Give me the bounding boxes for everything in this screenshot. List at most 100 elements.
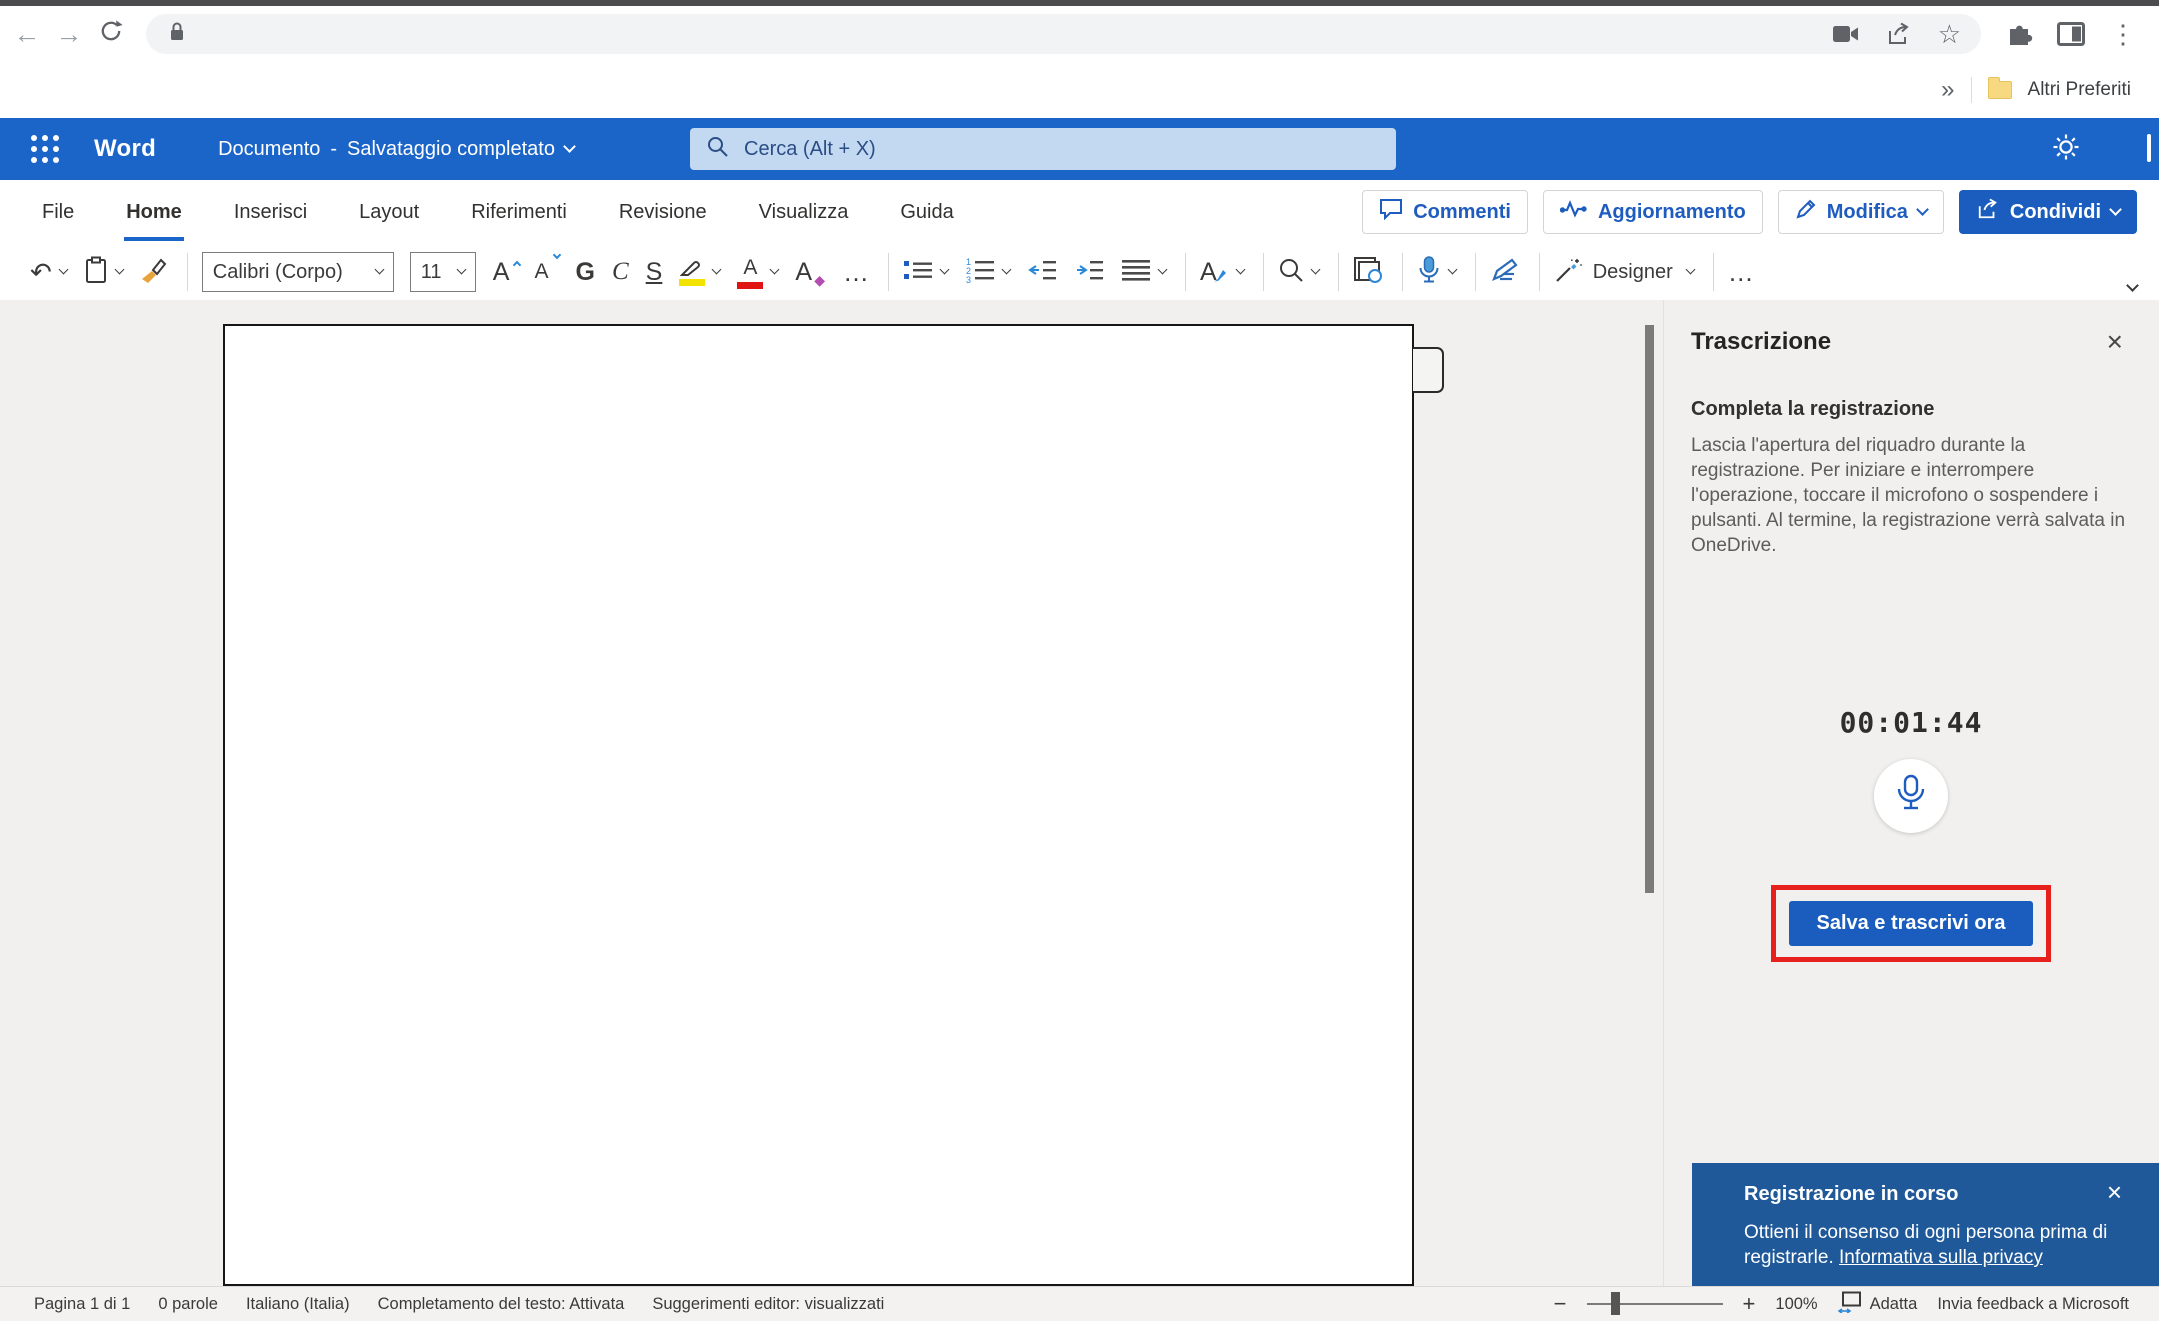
font-color-button[interactable]: A bbox=[737, 256, 778, 289]
updates-button[interactable]: Aggiornamento bbox=[1543, 190, 1763, 234]
font-name-value: Calibri (Corpo) bbox=[213, 261, 343, 284]
highlight-color-button[interactable] bbox=[679, 259, 720, 286]
ribbon-tab-row: File Home Inserisci Layout Riferimenti R… bbox=[0, 180, 2159, 244]
address-bar[interactable]: ☆ bbox=[146, 14, 1981, 54]
tab-layout[interactable]: Layout bbox=[333, 180, 445, 244]
privacy-policy-link[interactable]: Informativa sulla privacy bbox=[1839, 1247, 2043, 1268]
highlighter-icon bbox=[679, 259, 705, 286]
font-name-select[interactable]: Calibri (Corpo) bbox=[202, 252, 394, 292]
shrink-font-button[interactable]: A bbox=[534, 260, 548, 284]
grow-font-button[interactable]: A bbox=[493, 258, 510, 287]
tab-insert[interactable]: Inserisci bbox=[208, 180, 333, 244]
ellipsis-icon: … bbox=[843, 259, 869, 285]
paste-button[interactable] bbox=[84, 256, 123, 289]
zoom-controls: − + 100% Adatta Invia feedback a Microso… bbox=[1554, 1291, 2129, 1318]
styles-icon: A bbox=[1200, 258, 1229, 287]
panel-header: Trascrizione × bbox=[1691, 328, 2131, 356]
tab-references[interactable]: Riferimenti bbox=[445, 180, 593, 244]
bullet-list-button[interactable] bbox=[903, 258, 948, 287]
chevron-down-icon bbox=[1447, 264, 1457, 274]
zoom-slider-handle[interactable] bbox=[1611, 1292, 1620, 1315]
app-launcher-button[interactable] bbox=[22, 126, 68, 172]
tab-help[interactable]: Guida bbox=[874, 180, 979, 244]
font-size-select[interactable]: 11 bbox=[410, 252, 476, 292]
search-input[interactable]: Cerca (Alt + X) bbox=[690, 128, 1396, 170]
zoom-slider[interactable] bbox=[1587, 1303, 1723, 1305]
browser-menu-button[interactable]: ⋮ bbox=[2103, 13, 2143, 55]
editor-button[interactable] bbox=[1490, 257, 1520, 288]
clear-formatting-button[interactable]: A ◆ bbox=[795, 258, 812, 287]
bookmarks-overflow-button[interactable]: » bbox=[1941, 76, 1954, 104]
tab-view[interactable]: Visualizza bbox=[733, 180, 875, 244]
save-zone: Salva e trascrivi ora bbox=[1691, 885, 2131, 962]
other-bookmarks-button[interactable]: Altri Preferiti bbox=[2028, 79, 2131, 101]
more-toolbar-options-button[interactable]: … bbox=[1728, 259, 1754, 285]
editor-suggestions-status[interactable]: Suggerimenti editor: visualizzati bbox=[652, 1295, 884, 1314]
browser-actions: ⋮ bbox=[1999, 13, 2143, 55]
extensions-puzzle-icon[interactable] bbox=[1999, 13, 2039, 55]
comments-button[interactable]: Commenti bbox=[1362, 190, 1528, 234]
browser-reload-button[interactable] bbox=[90, 13, 132, 55]
underline-button[interactable]: S bbox=[646, 258, 663, 287]
text-completion-status[interactable]: Completamento del testo: Attivata bbox=[378, 1295, 625, 1314]
settings-button[interactable] bbox=[2051, 132, 2081, 167]
font-color-swatch bbox=[737, 282, 763, 289]
fit-icon bbox=[1838, 1291, 1862, 1318]
browser-back-button[interactable]: ← bbox=[6, 13, 48, 55]
designer-button[interactable]: Designer bbox=[1554, 256, 1694, 289]
pause-recording-button[interactable] bbox=[1874, 759, 1948, 833]
fit-to-page-button[interactable]: Adatta bbox=[1838, 1291, 1918, 1318]
camera-icon[interactable] bbox=[1832, 24, 1860, 44]
tab-review[interactable]: Revisione bbox=[593, 180, 733, 244]
tab-home[interactable]: Home bbox=[100, 180, 208, 244]
share-button[interactable]: Condividi bbox=[1959, 190, 2137, 234]
feedback-link[interactable]: Invia feedback a Microsoft bbox=[1937, 1295, 2129, 1314]
document-scrollbar[interactable] bbox=[1645, 325, 1654, 893]
reuse-files-button[interactable] bbox=[1353, 256, 1383, 289]
word-app-header: Word Documento - Salvataggio completato … bbox=[0, 118, 2159, 180]
zoom-level[interactable]: 100% bbox=[1775, 1295, 1817, 1314]
document-title[interactable]: Documento - Salvataggio completato bbox=[218, 138, 574, 161]
alignment-button[interactable] bbox=[1121, 258, 1166, 287]
more-font-options-button[interactable]: … bbox=[843, 259, 869, 285]
toolbar-divider bbox=[1185, 253, 1186, 291]
word-count[interactable]: 0 parole bbox=[158, 1295, 218, 1314]
zoom-in-button[interactable]: + bbox=[1743, 1291, 1756, 1317]
browser-forward-button[interactable]: → bbox=[48, 13, 90, 55]
chevron-down-icon bbox=[1685, 264, 1695, 274]
save-and-transcribe-button[interactable]: Salva e trascrivi ora bbox=[1789, 901, 2032, 946]
toolbar-divider bbox=[1539, 253, 1540, 291]
comment-margin-tab[interactable] bbox=[1413, 347, 1444, 393]
side-panel-icon[interactable] bbox=[2051, 13, 2091, 55]
chevron-down-icon bbox=[712, 264, 722, 274]
styles-button[interactable]: A bbox=[1200, 258, 1244, 287]
bold-button[interactable]: G bbox=[576, 258, 595, 287]
panel-close-button[interactable]: × bbox=[2107, 328, 2123, 356]
app-name[interactable]: Word bbox=[94, 135, 156, 163]
align-icon bbox=[1121, 258, 1151, 287]
italic-button[interactable]: C bbox=[612, 258, 629, 286]
search-icon bbox=[706, 135, 730, 164]
edit-mode-button[interactable]: Modifica bbox=[1778, 190, 1944, 234]
increase-indent-button[interactable] bbox=[1074, 258, 1104, 287]
collapse-ribbon-button[interactable] bbox=[2126, 279, 2139, 292]
share-icon[interactable] bbox=[1886, 22, 1912, 46]
find-button[interactable] bbox=[1278, 257, 1319, 288]
language-indicator[interactable]: Italiano (Italia) bbox=[246, 1295, 350, 1314]
dictate-button[interactable] bbox=[1417, 255, 1456, 290]
avatar[interactable] bbox=[2147, 134, 2151, 162]
toast-title: Registrazione in corso bbox=[1744, 1183, 1959, 1206]
toast-close-button[interactable]: × bbox=[2107, 1177, 2122, 1208]
zoom-out-button[interactable]: − bbox=[1554, 1291, 1567, 1317]
highlight-color-swatch bbox=[679, 279, 705, 286]
document-page[interactable] bbox=[223, 324, 1414, 1286]
numbered-list-button[interactable]: 123 bbox=[965, 257, 1010, 288]
bookmark-star-icon[interactable]: ☆ bbox=[1938, 19, 1961, 50]
clear-formatting-icon: A bbox=[795, 258, 812, 287]
chevron-down-icon bbox=[58, 264, 68, 274]
tab-file[interactable]: File bbox=[16, 180, 100, 244]
page-count[interactable]: Pagina 1 di 1 bbox=[34, 1295, 130, 1314]
decrease-indent-button[interactable] bbox=[1027, 258, 1057, 287]
format-painter-button[interactable] bbox=[140, 257, 168, 288]
undo-button[interactable]: ↶ bbox=[30, 259, 67, 285]
